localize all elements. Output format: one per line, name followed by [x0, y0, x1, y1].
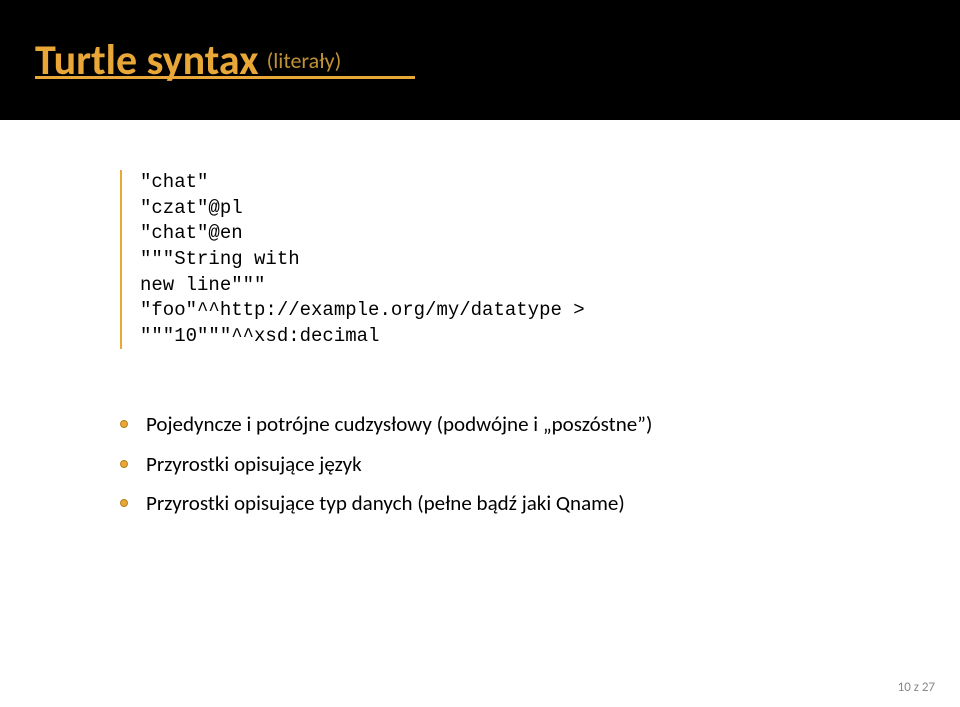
list-item: Pojedyncze i potrójne cudzysłowy (podwój… — [120, 409, 840, 441]
slide-header: Turtle syntax (literały) — [0, 0, 960, 120]
bullet-text: Pojedyncze i potrójne cudzysłowy (podwój… — [146, 409, 652, 441]
bullet-text: Przyrostki opisujące język — [146, 449, 362, 481]
code-line: "czat"@pl — [140, 196, 840, 222]
code-line: "chat"@en — [140, 221, 840, 247]
bullet-icon — [120, 460, 128, 468]
bullet-text: Przyrostki opisujące typ danych (pełne b… — [146, 488, 625, 520]
list-item: Przyrostki opisujące typ danych (pełne b… — [120, 488, 840, 520]
bullet-icon — [120, 420, 128, 428]
code-line: """String with — [140, 247, 840, 273]
code-line: "foo"^^http://example.org/my/datatype > — [140, 298, 840, 324]
code-block: "chat" "czat"@pl "chat"@en """String wit… — [120, 170, 840, 349]
slide: Turtle syntax (literały) "chat" "czat"@p… — [0, 0, 960, 707]
slide-content: "chat" "czat"@pl "chat"@en """String wit… — [0, 120, 960, 520]
slide-title-sub: (literały) — [267, 47, 342, 74]
page-number: 10 z 27 — [898, 680, 935, 695]
bullet-icon — [120, 499, 128, 507]
code-line: """10"""^^xsd:decimal — [140, 324, 840, 350]
code-line: "chat" — [140, 170, 840, 196]
list-item: Przyrostki opisujące język — [120, 449, 840, 481]
bullet-list: Pojedyncze i potrójne cudzysłowy (podwój… — [120, 409, 840, 520]
title-underline — [35, 76, 415, 79]
code-line: new line""" — [140, 273, 840, 299]
